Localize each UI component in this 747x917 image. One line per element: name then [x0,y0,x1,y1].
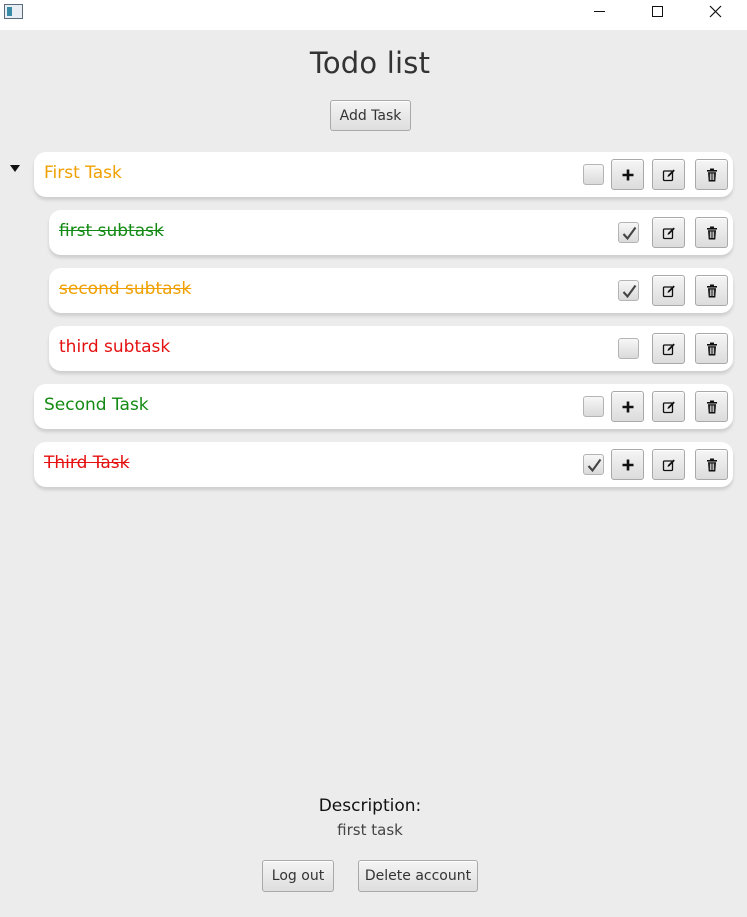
edit-task-button[interactable] [652,449,685,480]
edit-icon [662,401,675,413]
delete-task-button[interactable] [695,449,728,480]
plus-icon [622,169,633,180]
delete-task-button[interactable] [695,217,728,248]
subtask-row[interactable]: third subtask [49,326,733,371]
minimize-icon [593,10,605,12]
checkmark-icon [622,226,637,241]
task-label: third subtask [59,337,171,357]
edit-task-button[interactable] [652,275,685,306]
minimize-button[interactable] [570,0,628,30]
add-subtask-button[interactable] [611,391,644,422]
logout-button[interactable]: Log out [262,860,334,892]
edit-task-button[interactable] [652,217,685,248]
subtask-row[interactable]: second subtask [49,268,733,313]
trash-icon [706,284,717,297]
task-row[interactable]: Third Task [34,442,733,487]
add-task-button[interactable]: Add Task [330,100,411,131]
add-subtask-button[interactable] [611,449,644,480]
close-icon [709,5,721,17]
complete-checkbox[interactable] [583,396,604,417]
task-row[interactable]: Second Task [34,384,733,429]
maximize-button[interactable] [628,0,686,30]
task-label: Second Task [44,395,149,415]
trash-icon [706,226,717,239]
complete-checkbox[interactable] [618,280,639,301]
plus-icon [622,459,633,470]
trash-icon [706,342,717,355]
task-row[interactable]: First Task [34,152,733,197]
edit-icon [662,227,675,239]
window-titlebar [0,0,747,30]
delete-task-button[interactable] [695,333,728,364]
delete-task-button[interactable] [695,391,728,422]
trash-icon [706,400,717,413]
edit-icon [662,459,675,471]
page-title: Todo list [309,46,431,80]
complete-checkbox[interactable] [583,454,604,475]
edit-task-button[interactable] [652,159,685,190]
description-text: first task [337,821,403,839]
delete-task-button[interactable] [695,275,728,306]
trash-icon [706,458,717,471]
description-title: Description: [318,796,422,816]
plus-icon [622,401,633,412]
delete-task-button[interactable] [695,159,728,190]
task-label: second subtask [59,279,192,299]
task-label: Third Task [44,453,130,473]
task-label: First Task [44,163,122,183]
edit-task-button[interactable] [652,333,685,364]
maximize-icon [651,5,663,17]
edit-task-button[interactable] [652,391,685,422]
edit-icon [662,285,675,297]
edit-icon [662,343,675,355]
close-button[interactable] [686,0,744,30]
edit-icon [662,169,675,181]
task-label: first subtask [59,221,164,241]
collapse-arrow-icon[interactable] [10,165,20,172]
subtask-row[interactable]: first subtask [49,210,733,255]
add-subtask-button[interactable] [611,159,644,190]
checkmark-icon [587,458,602,473]
checkmark-icon [622,284,637,299]
app-icon [4,4,23,19]
complete-checkbox[interactable] [618,222,639,243]
complete-checkbox[interactable] [618,338,639,359]
complete-checkbox[interactable] [583,164,604,185]
trash-icon [706,168,717,181]
delete-account-button[interactable]: Delete account [358,860,478,892]
